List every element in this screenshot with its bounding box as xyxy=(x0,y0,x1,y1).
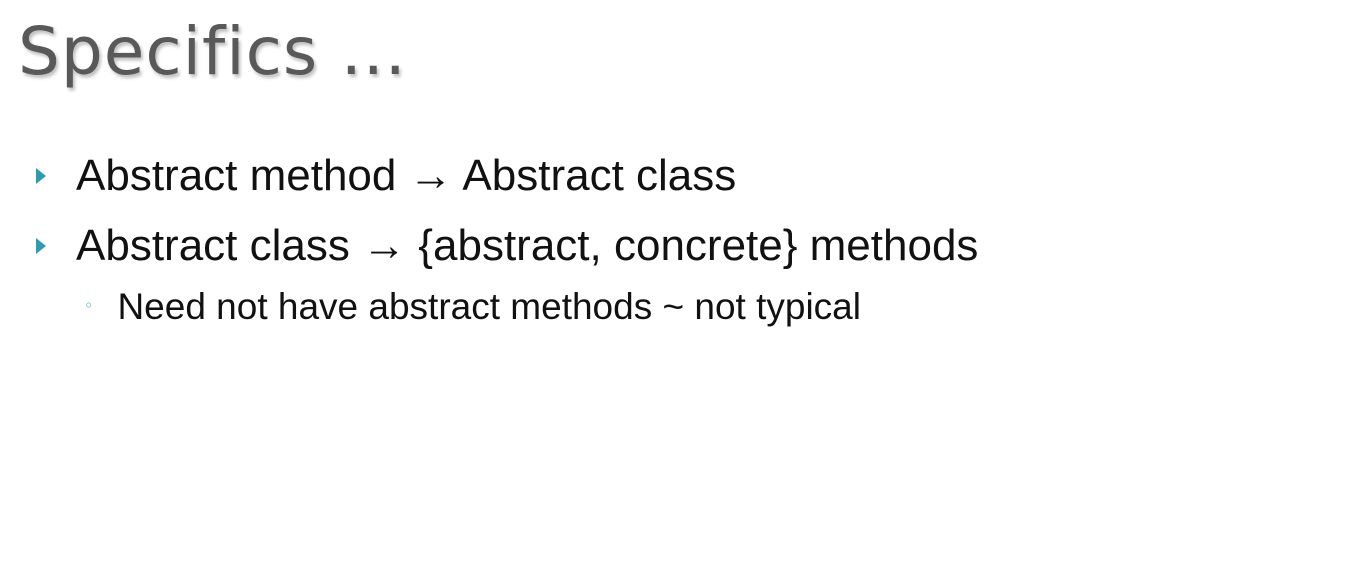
bullet-text: Abstract method → Abstract class xyxy=(76,151,737,200)
triangle-bullet-icon xyxy=(36,168,46,184)
bullet-item: Abstract method → Abstract class xyxy=(36,148,736,204)
triangle-bullet-icon xyxy=(36,238,46,254)
slide-title: Specifics … xyxy=(18,13,408,90)
slide: Specifics … Abstract method → Abstract c… xyxy=(0,0,1351,586)
sub-bullet-text: Need not have abstract methods ~ not typ… xyxy=(117,286,861,327)
bullet-item: Abstract class → {abstract, concrete} me… xyxy=(36,218,978,274)
bullet-text: Abstract class → {abstract, concrete} me… xyxy=(76,221,979,270)
circle-bullet-icon: ◦ xyxy=(84,295,94,315)
sub-bullet-item: ◦ Need not have abstract methods ~ not t… xyxy=(84,284,861,330)
